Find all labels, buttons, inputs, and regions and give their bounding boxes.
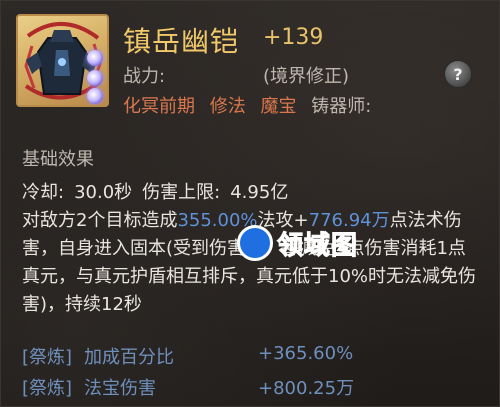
refine-row: [祭炼] 加成百分比 +365.60% — [22, 343, 353, 369]
watermark-logo-icon — [237, 225, 273, 261]
crafter-tag: 铸器师: — [311, 96, 372, 117]
cap-label: 伤害上限: — [142, 182, 221, 203]
item-tooltip-panel: 镇岳幽铠 +139 战力: (境界修正) ? 化冥前期 修法 魔宝 铸器师: 基… — [0, 0, 500, 407]
power-note: (境界修正) — [263, 66, 350, 87]
desc-part-1: 对敌方2个目标造成 — [22, 210, 178, 231]
stat-line: 冷却: 30.0秒 伤害上限: 4.95亿 — [22, 178, 298, 204]
orb-icon — [87, 50, 103, 66]
item-level: +139 — [263, 25, 324, 50]
refine-tag: [祭炼] — [22, 347, 73, 368]
orb-icon — [87, 88, 103, 104]
orb-icon — [87, 70, 103, 86]
watermark-text: 领域图 — [276, 230, 359, 261]
cap-value: 4.95亿 — [230, 182, 289, 203]
refine-value: +800.25万 — [258, 378, 355, 399]
refine-tag: [祭炼] — [22, 378, 73, 399]
type-tag: 魔宝 — [260, 96, 297, 117]
help-icon[interactable]: ? — [444, 60, 472, 88]
watermark: 领域图 — [237, 223, 358, 263]
school-tag: 修法 — [209, 96, 246, 117]
item-icon[interactable] — [16, 14, 109, 107]
refine-value: +365.60% — [258, 343, 354, 364]
item-name: 镇岳幽铠 — [123, 25, 240, 58]
realm-tag: 化冥前期 — [123, 96, 195, 117]
power-label: 战力: — [123, 66, 166, 87]
refine-label: 法宝伤害 — [84, 378, 157, 399]
cooldown-value: 30.0秒 — [74, 182, 133, 203]
help-icon-glyph: ? — [453, 64, 463, 84]
section-title: 基础效果 — [22, 149, 94, 170]
refine-label: 加成百分比 — [84, 347, 175, 368]
item-tags: 化冥前期 修法 魔宝 铸器师: — [123, 92, 380, 118]
cooldown-label: 冷却: — [22, 182, 65, 203]
refine-row: [祭炼] 法宝伤害 +800.25万 — [22, 374, 354, 400]
